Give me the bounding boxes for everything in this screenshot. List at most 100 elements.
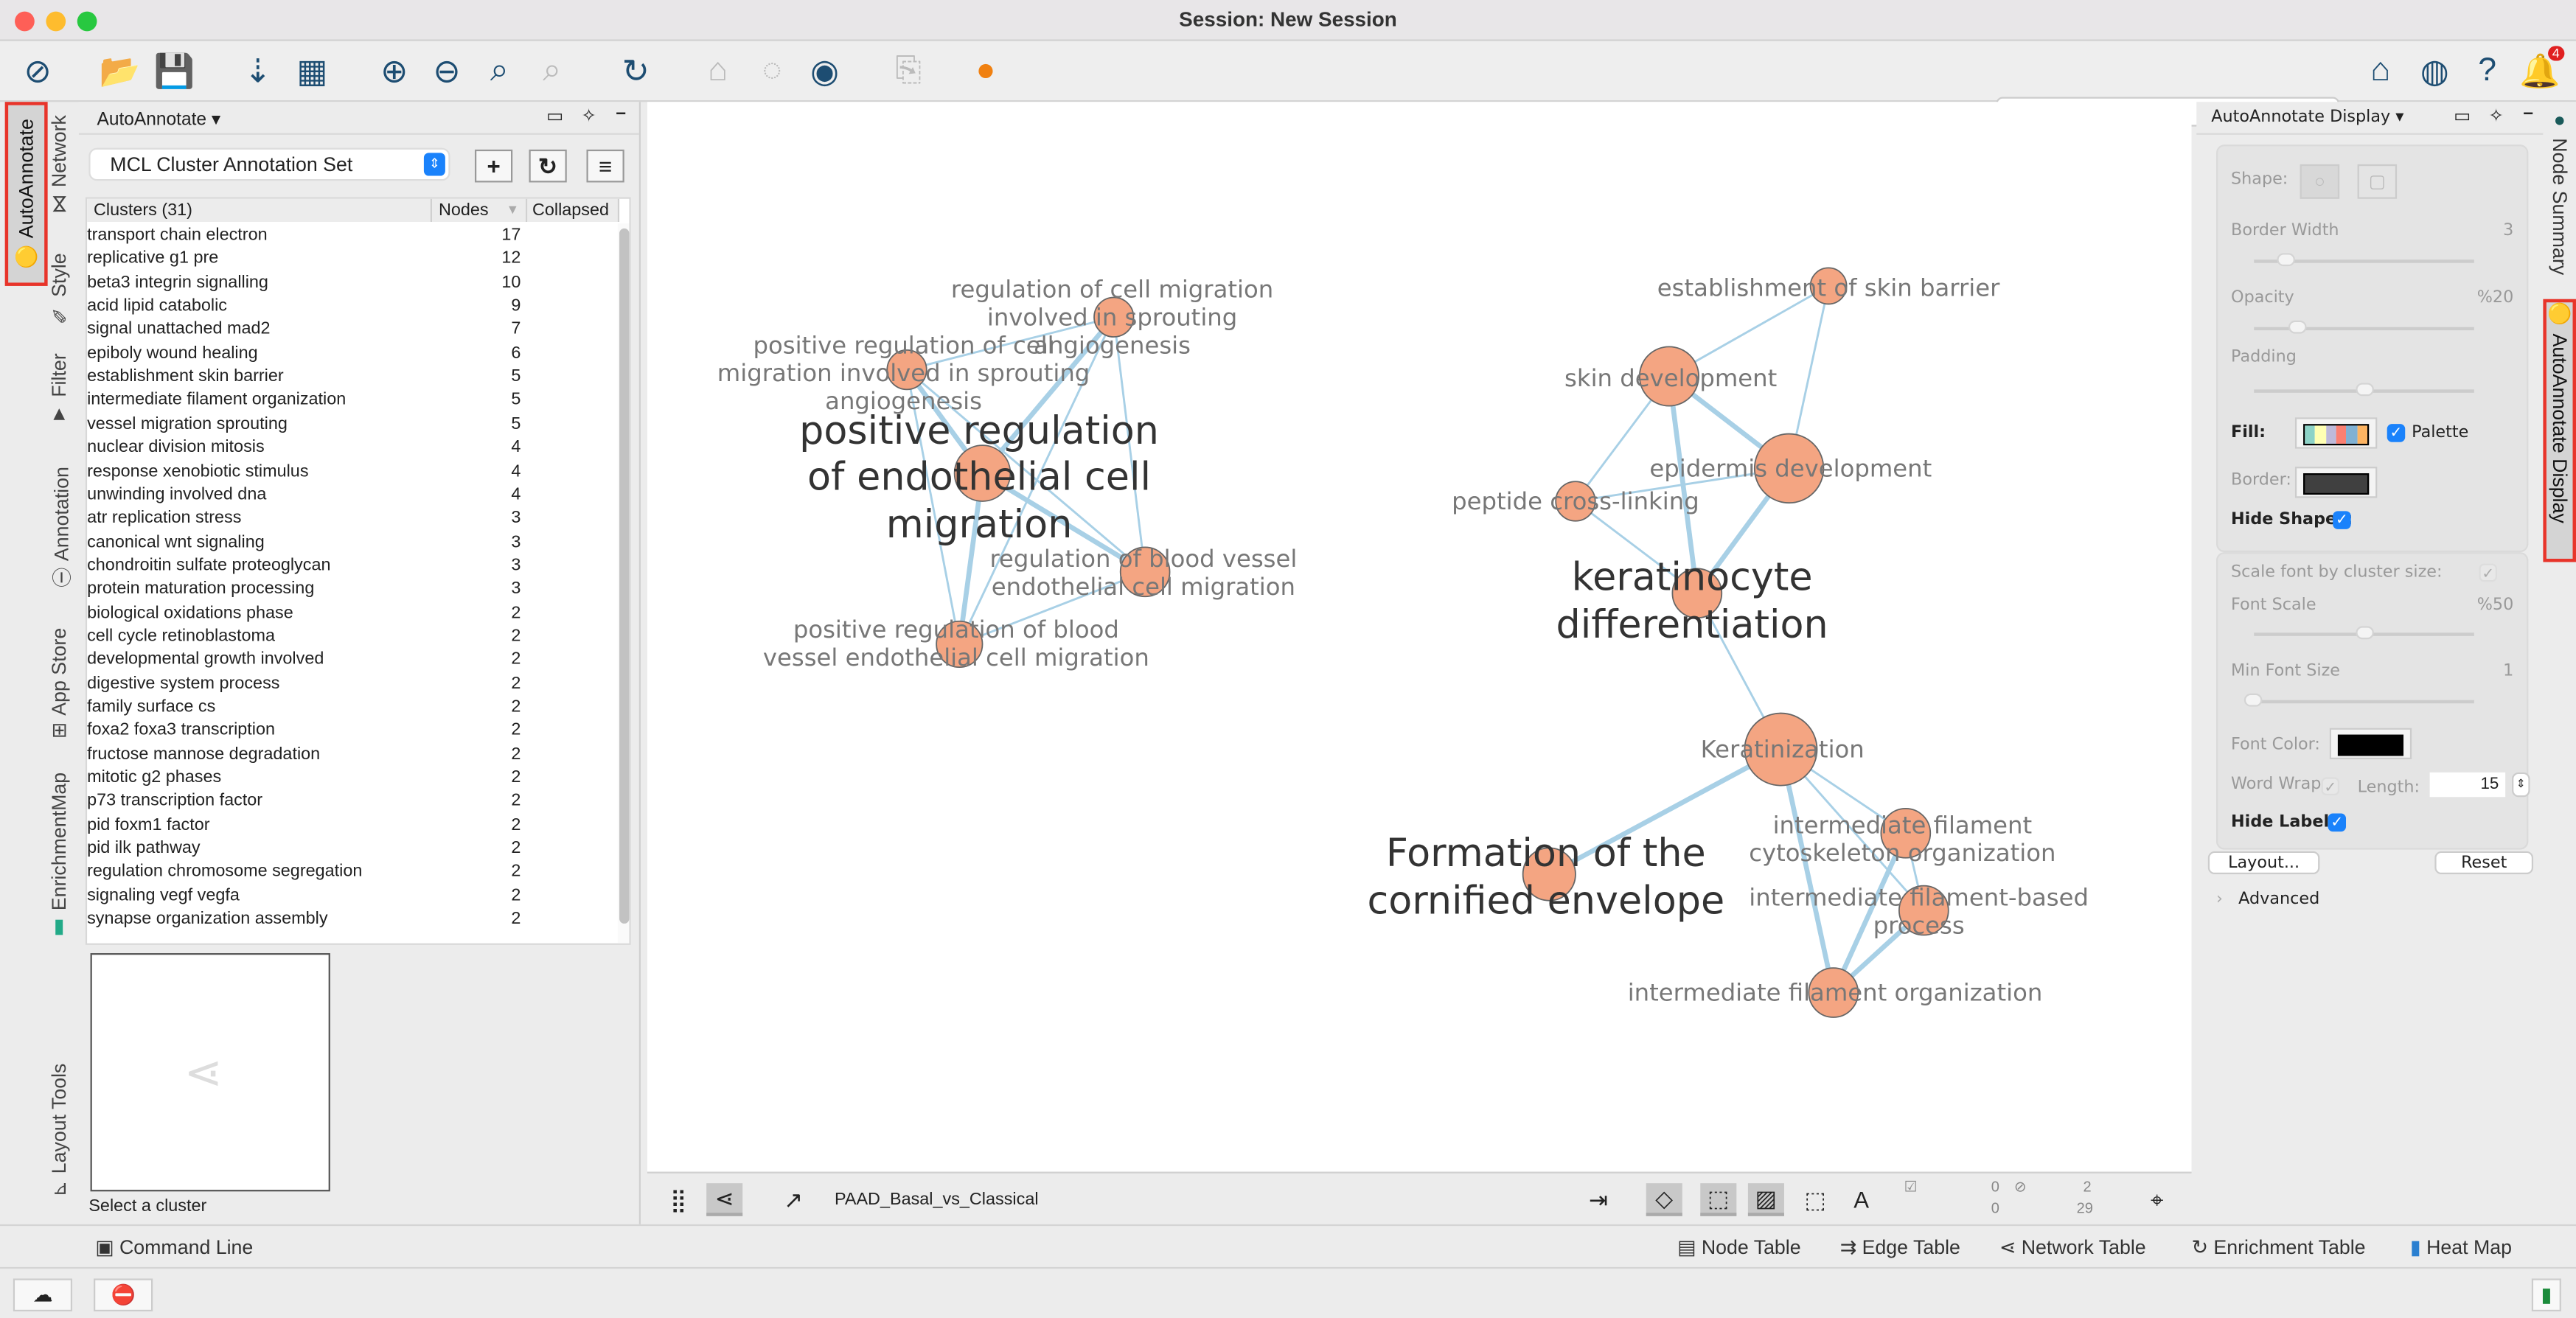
table-row[interactable]: response xenobiotic stimulus 4: [87, 459, 613, 483]
table-row[interactable]: cell cycle retinoblastoma 2: [87, 624, 613, 648]
table-row[interactable]: digestive system process 2: [87, 672, 613, 695]
length-stepper[interactable]: ⇕: [2512, 772, 2530, 798]
padding-slider[interactable]: [2254, 383, 2474, 397]
table-row[interactable]: atr replication stress 3: [87, 506, 613, 530]
network-canvas[interactable]: regulation of cell migration involved in …: [647, 102, 2192, 1172]
cytoscape-logo-icon[interactable]: ⊘: [16, 49, 59, 92]
export-image-icon[interactable]: ⇥: [1581, 1183, 1617, 1216]
import-network-icon[interactable]: ⇣: [237, 49, 279, 92]
table-row[interactable]: intermediate filament organization 5: [87, 388, 613, 412]
table-row[interactable]: signaling vegf vegfa 2: [87, 884, 613, 907]
tab-network[interactable]: ⋈ Network: [48, 115, 71, 214]
node-shape-icon[interactable]: ◇: [1646, 1183, 1682, 1216]
cluster-annotation-label[interactable]: positive regulation of endothelial cell mi…: [799, 408, 1159, 547]
save-session-icon[interactable]: 💾: [153, 49, 195, 92]
table-row[interactable]: regulation chromosome segregation 2: [87, 860, 613, 884]
zoom-window-button[interactable]: [77, 11, 97, 32]
table-row[interactable]: canonical wnt signaling 3: [87, 530, 613, 554]
table-row[interactable]: vessel migration sprouting 5: [87, 412, 613, 436]
column-nodes[interactable]: Nodes ▼: [432, 198, 528, 222]
zoom-fit-icon[interactable]: ⌕: [478, 49, 521, 92]
tab-layout-tools[interactable]: ⊾ Layout Tools: [48, 1063, 71, 1196]
app-search-icon[interactable]: ●: [964, 49, 1007, 92]
table-row[interactable]: pid foxm1 factor 2: [87, 813, 613, 837]
opacity-slider[interactable]: [2254, 320, 2474, 334]
slider-knob[interactable]: [2356, 383, 2375, 397]
panel-title-dropdown[interactable]: AutoAnnotate ▾: [97, 108, 220, 130]
table-row[interactable]: transport chain electron 17: [87, 223, 613, 247]
globe-icon[interactable]: ◍: [2413, 49, 2456, 92]
table-row[interactable]: acid lipid catabolic 9: [87, 294, 613, 318]
palette-checkbox[interactable]: ✓: [2387, 424, 2406, 442]
navigator-icon[interactable]: ⌖: [2139, 1183, 2175, 1216]
home-neighbors-icon[interactable]: ⌂: [697, 49, 739, 92]
pin-icon[interactable]: ✧: [581, 105, 596, 127]
tab-autoannotate[interactable]: 🟡 AutoAnnotate: [4, 102, 48, 286]
tab-autoannotate-display[interactable]: 🟡 AutoAnnotate Display: [2543, 299, 2576, 562]
tab-network-table[interactable]: ⋖ Network Table: [1999, 1236, 2146, 1259]
table-row[interactable]: chondroitin sulfate proteoglycan 3: [87, 554, 613, 577]
refresh-annotation-set-button[interactable]: ↻: [529, 149, 567, 183]
table-row[interactable]: unwinding involved dna 4: [87, 483, 613, 506]
minimize-window-button[interactable]: [46, 11, 66, 32]
notifications-icon[interactable]: 🔔 4: [2518, 46, 2565, 92]
column-clusters[interactable]: Clusters (31): [87, 198, 433, 222]
minimize-panel-icon[interactable]: –: [616, 103, 626, 123]
minimize-panel-icon[interactable]: –: [2523, 103, 2533, 123]
slider-knob[interactable]: [2243, 693, 2263, 707]
fill-palette-button[interactable]: [2294, 417, 2378, 449]
table-scrollbar[interactable]: [617, 223, 630, 944]
table-row[interactable]: beta3 integrin signalling 10: [87, 271, 613, 294]
table-row[interactable]: biological oxidations phase 2: [87, 601, 613, 624]
zoom-selected-icon[interactable]: ⌕: [531, 49, 574, 92]
label-annotation-icon[interactable]: A: [1843, 1183, 1879, 1216]
hide-icon[interactable]: ◌: [751, 49, 793, 92]
panel-title-dropdown[interactable]: AutoAnnotate Display ▾: [2211, 108, 2403, 127]
select-edges-icon[interactable]: ▨: [1747, 1183, 1784, 1216]
slider-knob[interactable]: [2288, 320, 2307, 334]
tab-enrichment-table[interactable]: ↻ Enrichment Table: [2192, 1236, 2366, 1259]
shape-rectangle-button[interactable]: ▢: [2357, 164, 2398, 199]
command-line-tab[interactable]: ▣ Command Line: [95, 1236, 253, 1259]
tab-enrichmentmap[interactable]: ▮ EnrichmentMap: [48, 773, 71, 941]
tab-heat-map[interactable]: ▮ Heat Map: [2410, 1236, 2512, 1259]
refresh-icon[interactable]: ↻: [614, 49, 657, 92]
shape-ellipse-button[interactable]: ○: [2300, 164, 2340, 199]
border-color-button[interactable]: [2294, 467, 2378, 498]
min-font-slider[interactable]: [2243, 693, 2474, 707]
tab-annotation[interactable]: Ⓘ Annotation: [48, 467, 76, 587]
table-row[interactable]: pid ilk pathway 2: [87, 837, 613, 860]
tab-style[interactable]: ✎ Style: [48, 253, 71, 327]
layout-button[interactable]: Layout...: [2207, 851, 2320, 875]
select-nodes-icon[interactable]: ⬚: [1700, 1183, 1737, 1216]
hide-labels-checkbox[interactable]: ✓: [2328, 813, 2347, 832]
scale-font-checkbox[interactable]: ✓: [2479, 563, 2498, 582]
close-window-button[interactable]: [15, 11, 35, 32]
network-view-icon[interactable]: ⋖: [706, 1183, 743, 1216]
font-color-button[interactable]: [2329, 728, 2412, 759]
slider-knob[interactable]: [2277, 253, 2296, 267]
add-annotation-set-button[interactable]: +: [474, 149, 513, 183]
border-width-slider[interactable]: [2254, 253, 2474, 267]
length-input[interactable]: 15: [2429, 772, 2506, 798]
tab-node-summary[interactable]: ● Node Summary: [2548, 108, 2571, 275]
zoom-in-icon[interactable]: ⊕: [373, 49, 416, 92]
pin-icon[interactable]: ✧: [2488, 105, 2504, 127]
menu-button[interactable]: ≡: [586, 149, 624, 183]
home-icon[interactable]: ⌂: [2359, 49, 2402, 92]
table-row[interactable]: fructose mannose degradation 2: [87, 742, 613, 766]
table-row[interactable]: epiboly wound healing 6: [87, 341, 613, 365]
export-network-icon[interactable]: ⎘: [887, 49, 930, 92]
cloud-icon[interactable]: ☁: [13, 1278, 73, 1312]
float-panel-icon[interactable]: ▭: [2454, 105, 2471, 127]
float-panel-icon[interactable]: ▭: [546, 105, 563, 127]
open-detached-icon[interactable]: ↗: [776, 1183, 812, 1216]
table-row[interactable]: family surface cs 2: [87, 695, 613, 719]
table-row[interactable]: signal unattached mad2 7: [87, 318, 613, 341]
table-row[interactable]: mitotic g2 phases 2: [87, 766, 613, 789]
table-row[interactable]: developmental growth involved 2: [87, 648, 613, 672]
tab-node-table[interactable]: ▤ Node Table: [1677, 1236, 1801, 1259]
show-eye-icon[interactable]: ◉: [804, 49, 846, 92]
hide-shapes-checkbox[interactable]: ✓: [2333, 511, 2351, 529]
table-row[interactable]: nuclear division mitosis 4: [87, 436, 613, 459]
